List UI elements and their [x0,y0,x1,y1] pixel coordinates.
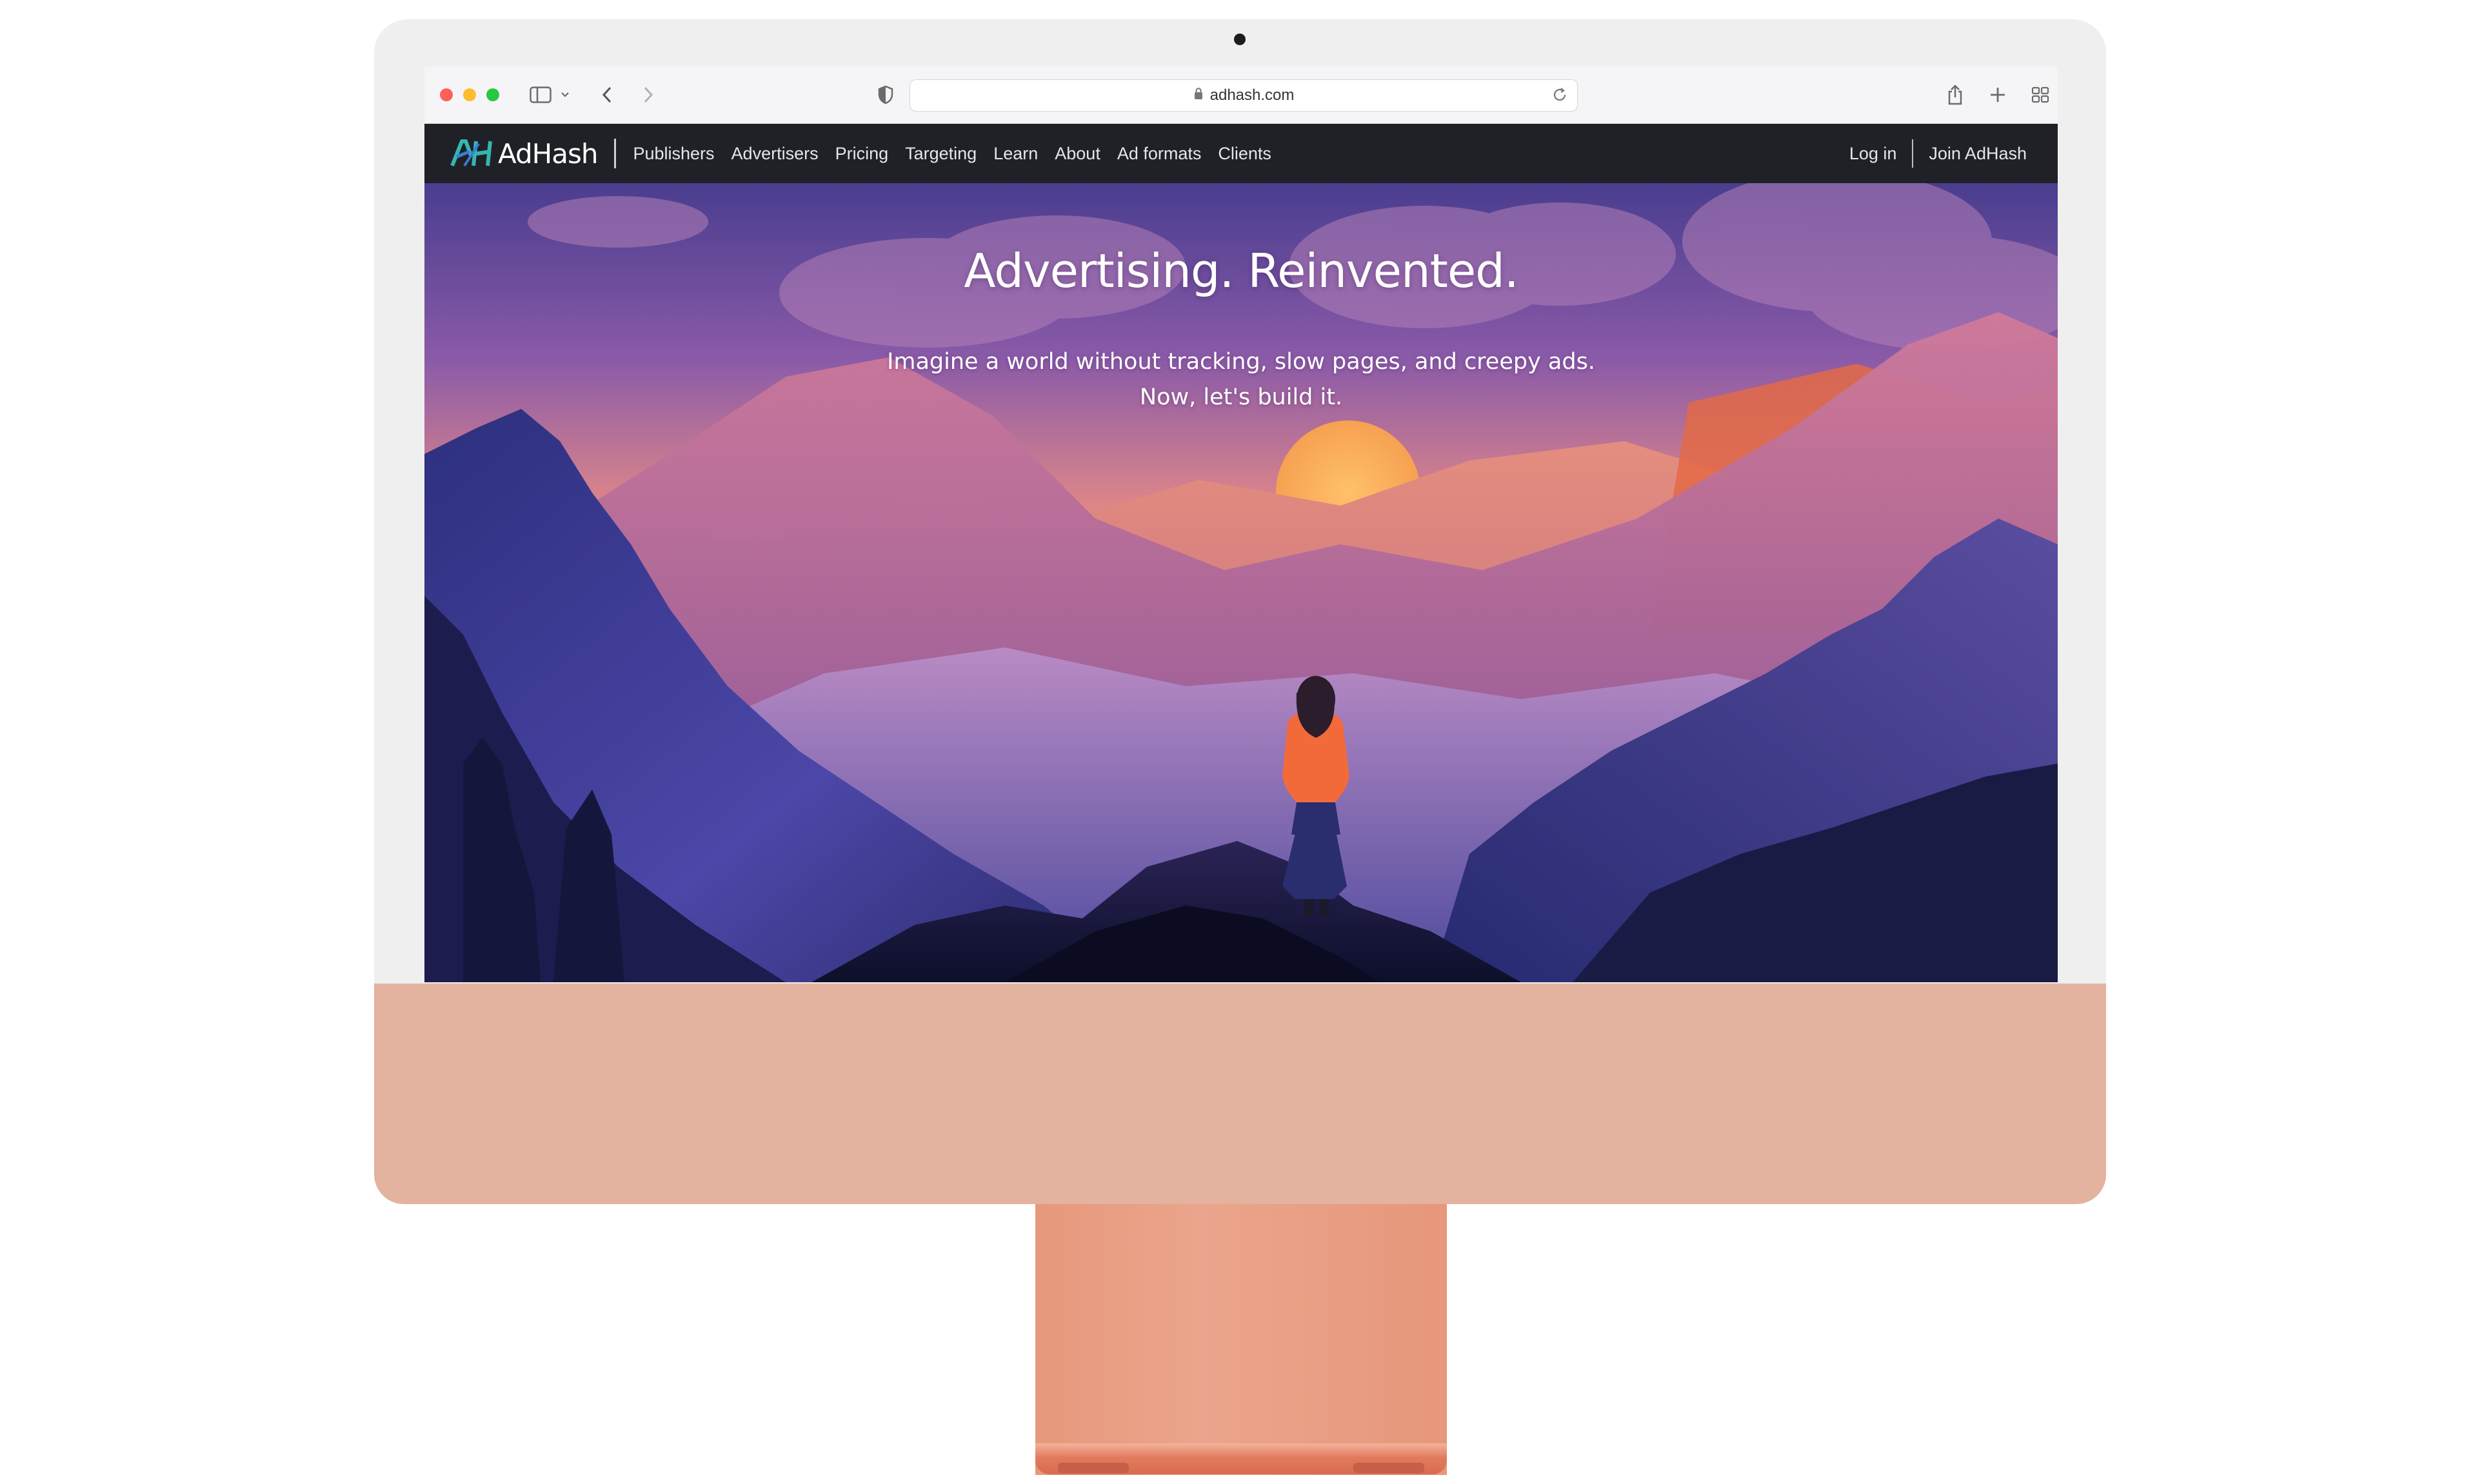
minimize-window-button[interactable] [463,88,476,101]
lock-icon [1193,86,1204,104]
nav-link-targeting[interactable]: Targeting [905,144,977,164]
shield-icon[interactable] [876,83,895,106]
camera [1234,34,1246,45]
sidebar-icon[interactable] [528,83,553,106]
browser-toolbar: adhash.com [424,66,2058,124]
chevron-down-icon[interactable] [559,83,572,106]
address-bar[interactable]: adhash.com [910,79,1578,112]
close-window-button[interactable] [440,88,453,101]
back-icon[interactable] [597,83,617,106]
hero-subtitle: Imagine a world without tracking, slow p… [424,344,2058,415]
nav-link-advertisers[interactable]: Advertisers [731,144,819,164]
nav-link-pricing[interactable]: Pricing [835,144,889,164]
imac-stand [1035,1204,1447,1475]
nav-account: Log in Join AdHash [1849,124,2027,183]
url-text: adhash.com [1209,86,1295,104]
screen: adhash.com AdHash Publishers Advertisers… [424,66,2058,982]
stand-foot-right [1353,1463,1424,1473]
join-link[interactable]: Join AdHash [1929,144,2027,164]
site-logo[interactable]: AdHash [450,124,598,183]
hero-subtitle-line1: Imagine a world without tracking, slow p… [887,349,1595,375]
stand-foot-left [1058,1463,1129,1473]
nav-account-divider [1912,139,1914,168]
hero: Advertising. Reinvented. Imagine a world… [424,183,2058,982]
nav-link-ad-formats[interactable]: Ad formats [1117,144,1202,164]
nav-link-clients[interactable]: Clients [1218,144,1271,164]
primary-nav: Publishers Advertisers Pricing Targeting… [633,144,1271,164]
logo-text: AdHash [498,137,598,170]
hero-title: Advertising. Reinvented. [964,244,1518,298]
forward-icon[interactable] [639,83,658,106]
tab-overview-icon[interactable] [2029,83,2051,106]
hero-subtitle-line2: Now, let's build it. [1139,384,1343,410]
hero-illustration [424,183,2058,982]
reload-icon[interactable] [1551,86,1568,108]
nav-link-about[interactable]: About [1055,144,1100,164]
nav-divider [614,139,617,168]
share-icon[interactable] [1944,83,1966,106]
nav-link-learn[interactable]: Learn [993,144,1038,164]
new-tab-icon[interactable] [1987,83,2009,106]
site-nav: AdHash Publishers Advertisers Pricing Ta… [424,124,2058,183]
adhash-logo-icon [450,139,492,167]
login-link[interactable]: Log in [1849,144,1897,164]
nav-link-publishers[interactable]: Publishers [633,144,714,164]
imac-chin [374,984,2106,1204]
zoom-window-button[interactable] [486,88,499,101]
